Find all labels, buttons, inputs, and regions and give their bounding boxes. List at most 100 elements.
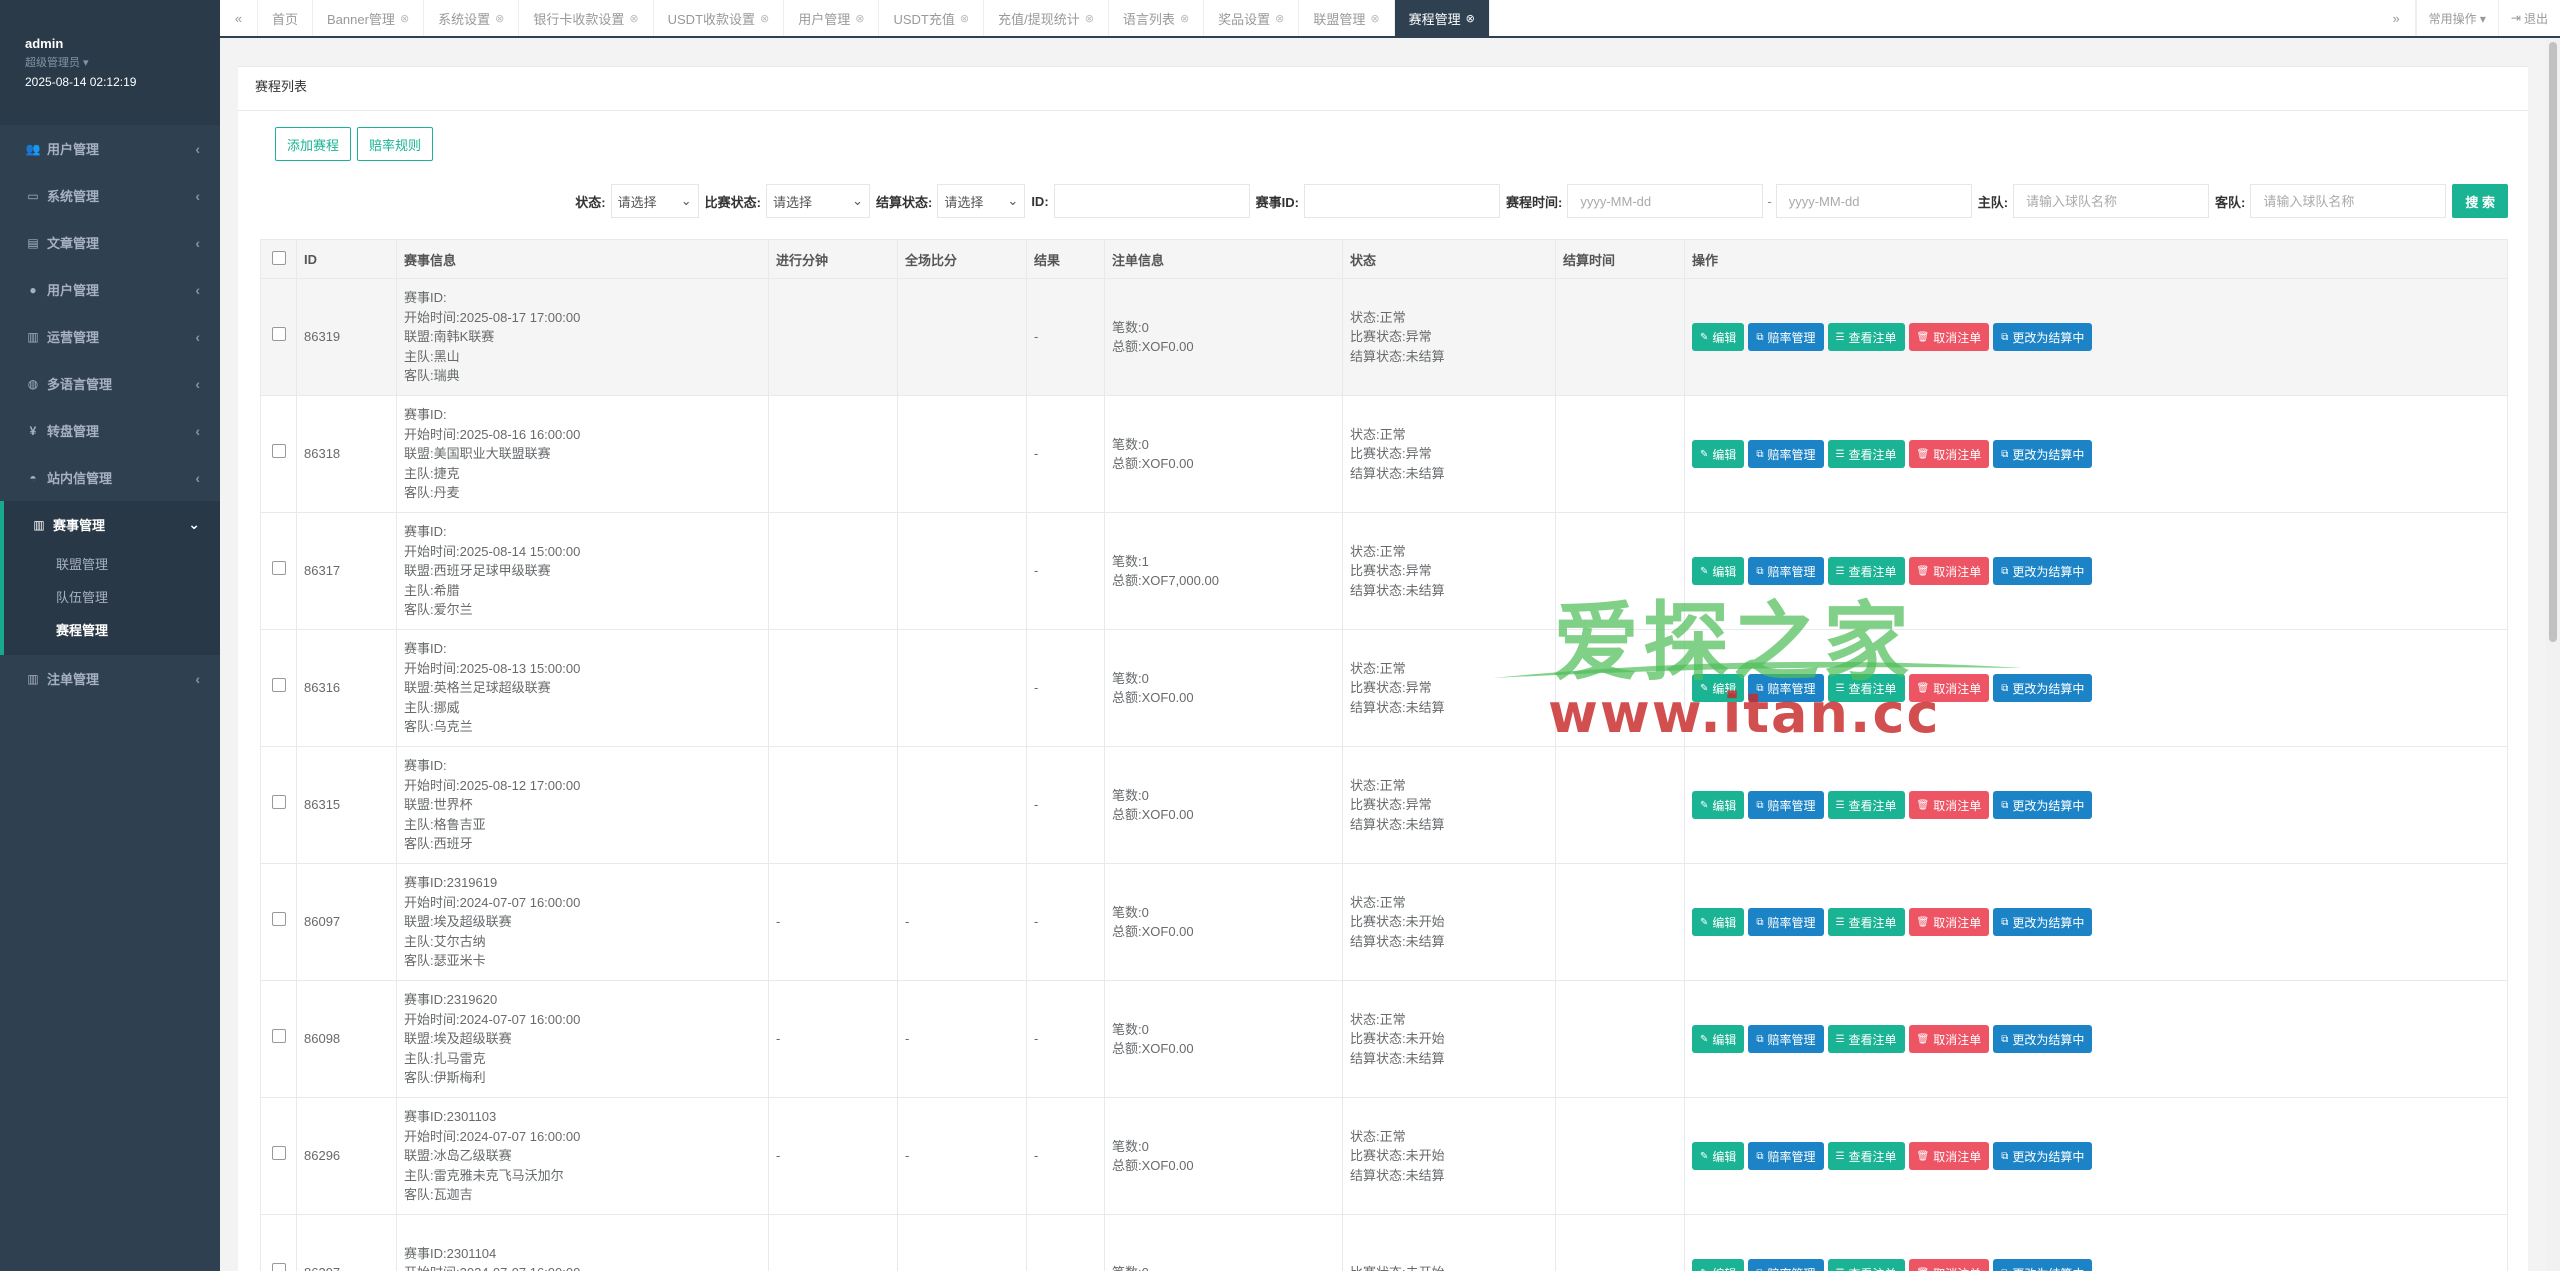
sidebar-subitem-team[interactable]: 队伍管理 bbox=[4, 581, 220, 614]
close-icon[interactable]: ⊗ bbox=[495, 12, 504, 25]
set-settling-button[interactable]: ⧉更改为结算中 bbox=[1993, 323, 2093, 351]
row-checkbox[interactable] bbox=[271, 912, 286, 927]
tab-11[interactable]: 赛程管理 ⊗ bbox=[1394, 0, 1490, 36]
tab-9[interactable]: 奖品设置 ⊗ bbox=[1204, 0, 1300, 36]
profile-role-dropdown[interactable]: 超级管理员 ▾ bbox=[25, 54, 220, 70]
tab-0[interactable]: 首页 bbox=[258, 0, 314, 36]
odds-management-button[interactable]: ⧉赔率管理 bbox=[1748, 791, 1824, 819]
set-settling-button[interactable]: ⧉更改为结算中 bbox=[1993, 674, 2093, 702]
tab-5[interactable]: 用户管理 ⊗ bbox=[784, 0, 880, 36]
edit-button[interactable]: ✎编辑 bbox=[1692, 323, 1745, 351]
tab-8[interactable]: 语言列表 ⊗ bbox=[1109, 0, 1205, 36]
sidebar-item-0[interactable]: 👥 用户管理 ‹ bbox=[0, 125, 220, 172]
close-icon[interactable]: ⊗ bbox=[400, 12, 409, 25]
view-bets-button[interactable]: ☰查看注单 bbox=[1827, 440, 1905, 468]
view-bets-button[interactable]: ☰查看注单 bbox=[1827, 791, 1905, 819]
odds-rule-button[interactable]: 赔率规则 bbox=[357, 127, 434, 161]
tab-4[interactable]: USDT收款设置 ⊗ bbox=[654, 0, 785, 36]
logout-button[interactable]: ⇥ 退出 bbox=[2497, 0, 2560, 36]
edit-button[interactable]: ✎编辑 bbox=[1692, 674, 1745, 702]
edit-button[interactable]: ✎编辑 bbox=[1692, 1259, 1745, 1271]
set-settling-button[interactable]: ⧉更改为结算中 bbox=[1993, 557, 2093, 585]
close-icon[interactable]: ⊗ bbox=[629, 12, 638, 25]
edit-button[interactable]: ✎编辑 bbox=[1692, 1142, 1745, 1170]
sidebar-item-3[interactable]: ● 用户管理 ‹ bbox=[0, 266, 220, 313]
edit-button[interactable]: ✎编辑 bbox=[1692, 1025, 1745, 1053]
search-button[interactable]: 搜 索 bbox=[2452, 184, 2508, 218]
end-date-input[interactable] bbox=[1775, 184, 1972, 218]
add-schedule-button[interactable]: 添加赛程 bbox=[275, 127, 352, 161]
row-checkbox[interactable] bbox=[271, 1263, 286, 1271]
row-checkbox[interactable] bbox=[271, 795, 286, 810]
odds-management-button[interactable]: ⧉赔率管理 bbox=[1748, 1142, 1824, 1170]
close-icon[interactable]: ⊗ bbox=[1180, 12, 1189, 25]
cancel-bets-button[interactable]: 🗑取消注单 bbox=[1908, 1025, 1990, 1053]
odds-management-button[interactable]: ⧉赔率管理 bbox=[1748, 323, 1824, 351]
match-id-input[interactable] bbox=[1304, 184, 1500, 218]
start-date-input[interactable] bbox=[1567, 184, 1764, 218]
status-select[interactable]: 请选择 ⌄ bbox=[610, 184, 699, 218]
odds-management-button[interactable]: ⧉赔率管理 bbox=[1748, 440, 1824, 468]
edit-button[interactable]: ✎编辑 bbox=[1692, 791, 1745, 819]
odds-management-button[interactable]: ⧉赔率管理 bbox=[1748, 674, 1824, 702]
close-icon[interactable]: ⊗ bbox=[1370, 12, 1379, 25]
cancel-bets-button[interactable]: 🗑取消注单 bbox=[1908, 791, 1990, 819]
tabs-scroll-right-button[interactable]: » bbox=[2378, 0, 2416, 36]
id-input[interactable] bbox=[1053, 184, 1250, 218]
tab-10[interactable]: 联盟管理 ⊗ bbox=[1299, 0, 1395, 36]
cancel-bets-button[interactable]: 🗑取消注单 bbox=[1908, 674, 1990, 702]
cancel-bets-button[interactable]: 🗑取消注单 bbox=[1908, 1142, 1990, 1170]
row-checkbox[interactable] bbox=[271, 678, 286, 693]
view-bets-button[interactable]: ☰查看注单 bbox=[1827, 674, 1905, 702]
tabs-scroll-left-button[interactable]: « bbox=[220, 0, 258, 36]
odds-management-button[interactable]: ⧉赔率管理 bbox=[1748, 1259, 1824, 1271]
set-settling-button[interactable]: ⧉更改为结算中 bbox=[1993, 791, 2093, 819]
cancel-bets-button[interactable]: 🗑取消注单 bbox=[1908, 908, 1990, 936]
view-bets-button[interactable]: ☰查看注单 bbox=[1827, 557, 1905, 585]
sidebar-item-bet-management[interactable]: ▥ 注单管理 ‹ bbox=[0, 655, 220, 702]
sidebar-item-7[interactable]: ◓ 站内信管理 ‹ bbox=[0, 454, 220, 501]
close-icon[interactable]: ⊗ bbox=[1085, 12, 1094, 25]
sidebar-item-1[interactable]: ▭ 系统管理 ‹ bbox=[0, 172, 220, 219]
edit-button[interactable]: ✎编辑 bbox=[1692, 908, 1745, 936]
away-team-input[interactable] bbox=[2250, 184, 2447, 218]
odds-management-button[interactable]: ⧉赔率管理 bbox=[1748, 1025, 1824, 1053]
row-checkbox[interactable] bbox=[271, 1146, 286, 1161]
sidebar-item-4[interactable]: ▥ 运营管理 ‹ bbox=[0, 313, 220, 360]
odds-management-button[interactable]: ⧉赔率管理 bbox=[1748, 557, 1824, 585]
tab-7[interactable]: 充值/提现统计 ⊗ bbox=[984, 0, 1109, 36]
sidebar-item-2[interactable]: ▤ 文章管理 ‹ bbox=[0, 219, 220, 266]
tab-6[interactable]: USDT充值 ⊗ bbox=[879, 0, 985, 36]
cancel-bets-button[interactable]: 🗑取消注单 bbox=[1908, 440, 1990, 468]
row-checkbox[interactable] bbox=[271, 561, 286, 576]
view-bets-button[interactable]: ☰查看注单 bbox=[1827, 1259, 1905, 1271]
sidebar-item-match-management[interactable]: ▥ 赛事管理 ⌄ bbox=[4, 501, 220, 548]
view-bets-button[interactable]: ☰查看注单 bbox=[1827, 323, 1905, 351]
tab-2[interactable]: 系统设置 ⊗ bbox=[424, 0, 520, 36]
select-all-checkbox[interactable] bbox=[271, 250, 286, 265]
close-icon[interactable]: ⊗ bbox=[960, 12, 969, 25]
home-team-input[interactable] bbox=[2013, 184, 2210, 218]
set-settling-button[interactable]: ⧉更改为结算中 bbox=[1993, 1259, 2093, 1271]
close-icon[interactable]: ⊗ bbox=[1275, 12, 1284, 25]
page-scrollbar[interactable] bbox=[2546, 38, 2560, 1271]
view-bets-button[interactable]: ☰查看注单 bbox=[1827, 1142, 1905, 1170]
close-icon[interactable]: ⊗ bbox=[855, 12, 864, 25]
cancel-bets-button[interactable]: 🗑取消注单 bbox=[1908, 323, 1990, 351]
sidebar-item-5[interactable]: ◍ 多语言管理 ‹ bbox=[0, 360, 220, 407]
close-icon[interactable]: ⊗ bbox=[1466, 12, 1475, 25]
profile-name[interactable]: admin bbox=[25, 36, 220, 51]
edit-button[interactable]: ✎编辑 bbox=[1692, 440, 1745, 468]
set-settling-button[interactable]: ⧉更改为结算中 bbox=[1993, 440, 2093, 468]
view-bets-button[interactable]: ☰查看注单 bbox=[1827, 1025, 1905, 1053]
odds-management-button[interactable]: ⧉赔率管理 bbox=[1748, 908, 1824, 936]
set-settling-button[interactable]: ⧉更改为结算中 bbox=[1993, 908, 2093, 936]
sidebar-subitem-schedule[interactable]: 赛程管理 bbox=[4, 614, 220, 647]
row-checkbox[interactable] bbox=[271, 327, 286, 342]
set-settling-button[interactable]: ⧉更改为结算中 bbox=[1993, 1025, 2093, 1053]
cancel-bets-button[interactable]: 🗑取消注单 bbox=[1908, 557, 1990, 585]
tab-1[interactable]: Banner管理 ⊗ bbox=[313, 0, 425, 36]
edit-button[interactable]: ✎编辑 bbox=[1692, 557, 1745, 585]
row-checkbox[interactable] bbox=[271, 444, 286, 459]
scrollbar-thumb[interactable] bbox=[2549, 42, 2557, 642]
